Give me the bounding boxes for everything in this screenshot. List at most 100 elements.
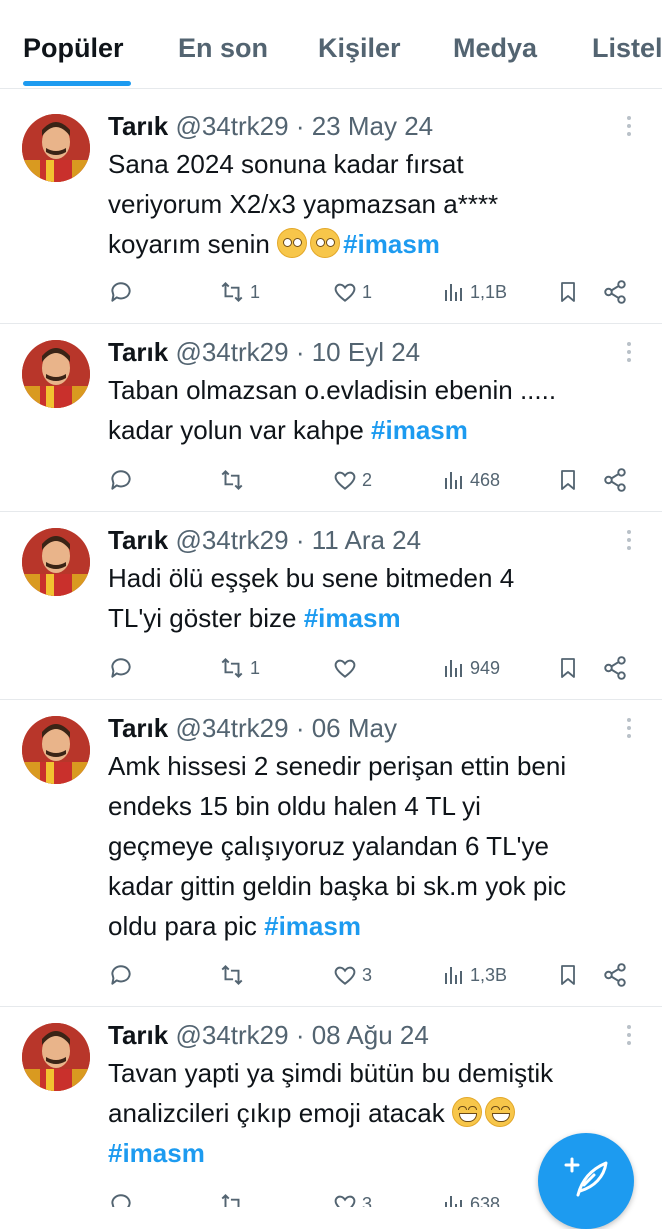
like-button[interactable]: 3 [332,960,372,990]
retweet-count: 1 [250,657,261,678]
reply-button[interactable] [108,653,134,683]
author-handle[interactable]: @34trk29 [175,1020,288,1050]
share-icon [604,963,626,987]
retweet-button[interactable] [218,465,250,495]
author-handle[interactable]: @34trk29 [175,337,288,367]
face-with-monocle-icon [277,228,308,258]
separator-dot: · [295,1020,305,1050]
tweet-date[interactable]: 11 Ara 24 [312,525,421,555]
like-button[interactable]: 2 [332,465,372,495]
retweet-button[interactable]: 1 [218,653,260,683]
retweet-button[interactable] [218,960,250,990]
author-name[interactable]: Tarık [108,525,168,555]
share-icon [604,280,626,304]
tweet-header: Tarık @34trk29 · 10 Eyl 24 [108,336,420,368]
separator-dot: · [295,111,305,141]
compose-plus-feather-icon [564,1157,608,1197]
avatar[interactable] [22,114,90,182]
like-button[interactable]: 1 [332,277,372,307]
tab-people[interactable]: Kişiler [318,33,401,64]
hashtag-link[interactable]: #imasm [371,415,468,445]
retweet-button[interactable] [218,1189,246,1207]
share-button[interactable] [602,277,628,307]
hashtag-link[interactable]: #imasm [343,229,440,259]
views-count: 638 [470,1193,501,1208]
author-handle[interactable]: @34trk29 [175,713,288,743]
author-name[interactable]: Tarık [108,111,168,141]
avatar[interactable] [22,528,90,596]
author-name[interactable]: Tarık [108,1020,168,1050]
reply-icon [111,282,131,302]
views-chart-icon [445,472,462,489]
more-options-icon[interactable] [626,1025,632,1049]
bookmark-button[interactable] [556,653,580,683]
avatar[interactable] [22,716,90,784]
tweet-actions: 1 1 1,1B [108,277,638,307]
avatar[interactable] [22,1023,90,1091]
hashtag-link[interactable]: #imasm [304,603,401,633]
more-options-icon[interactable] [626,530,632,554]
share-button[interactable] [602,960,628,990]
bookmark-button[interactable] [556,960,580,990]
like-button[interactable]: 3 [332,1189,372,1207]
views-chart-icon [445,660,462,677]
author-handle[interactable]: @34trk29 [175,525,288,555]
tweet[interactable]: Tarık @34trk29 · 11 Ara 24 Hadi ölü eşşe… [0,512,662,700]
more-options-icon[interactable] [626,342,632,366]
views-button[interactable]: 1,1B [442,277,507,307]
heart-icon [334,1195,356,1207]
more-options-icon[interactable] [626,116,632,140]
tweet-date[interactable]: 06 May [312,713,397,743]
share-button[interactable] [602,653,628,683]
author-handle[interactable]: @34trk29 [175,111,288,141]
reply-button[interactable] [108,465,134,495]
views-button[interactable]: 949 [442,653,500,683]
bookmark-button[interactable] [556,465,580,495]
reply-icon [111,658,131,678]
tab-latest[interactable]: En son [178,33,268,64]
tweet[interactable]: Tarık @34trk29 · 23 May 24 Sana 2024 son… [0,98,662,324]
tweet[interactable]: Tarık @34trk29 · 10 Eyl 24 Taban olmazsa… [0,324,662,512]
text-line: kadar yolun var kahpe [108,415,372,445]
retweet-button[interactable]: 1 [218,277,260,307]
tab-popular[interactable]: Popüler [23,33,124,64]
views-count: 1,3B [470,964,508,985]
tweet-text: Taban olmazsan o.evladisin ebenin ..... … [108,370,648,450]
views-button[interactable]: 1,3B [442,960,507,990]
tweet-actions: 3 1,3B [108,960,638,990]
author-name[interactable]: Tarık [108,713,168,743]
tweet-date[interactable]: 23 May 24 [312,111,433,141]
like-count: 3 [362,964,373,985]
tweet-date[interactable]: 10 Eyl 24 [312,337,420,367]
like-count: 1 [362,281,373,302]
reply-button[interactable] [108,277,134,307]
share-icon [604,656,626,680]
more-options-icon[interactable] [626,718,632,742]
grinning-face-icon [451,1097,482,1127]
author-name[interactable]: Tarık [108,337,168,367]
views-button[interactable]: 638 [442,1189,500,1207]
views-button[interactable]: 468 [442,465,500,495]
compose-tweet-button[interactable] [538,1133,634,1229]
hashtag-link[interactable]: #imasm [264,911,361,941]
reply-button[interactable] [108,960,134,990]
tweet-header: Tarık @34trk29 · 23 May 24 [108,110,433,142]
share-button[interactable] [602,465,628,495]
like-button[interactable] [332,653,362,683]
reply-button[interactable] [108,1189,134,1207]
active-tab-indicator [23,81,131,86]
like-count: 3 [362,1193,373,1208]
views-count: 949 [470,657,501,678]
bookmark-icon [561,282,575,302]
text-line: kadar gittin geldin başka bi sk.m yok pi… [108,871,567,901]
tweet-date[interactable]: 08 Ağu 24 [312,1020,429,1050]
tab-lists[interactable]: Listel [592,33,662,64]
tab-media[interactable]: Medya [453,33,537,64]
hashtag-link[interactable]: #imasm [108,1138,205,1168]
tweet[interactable]: Tarık @34trk29 · 06 May Amk hissesi 2 se… [0,700,662,1007]
avatar[interactable] [22,340,90,408]
bookmark-icon [561,658,575,678]
bookmark-button[interactable] [556,277,580,307]
bookmark-icon [561,470,575,490]
tweet-actions: 2 468 [108,465,638,495]
